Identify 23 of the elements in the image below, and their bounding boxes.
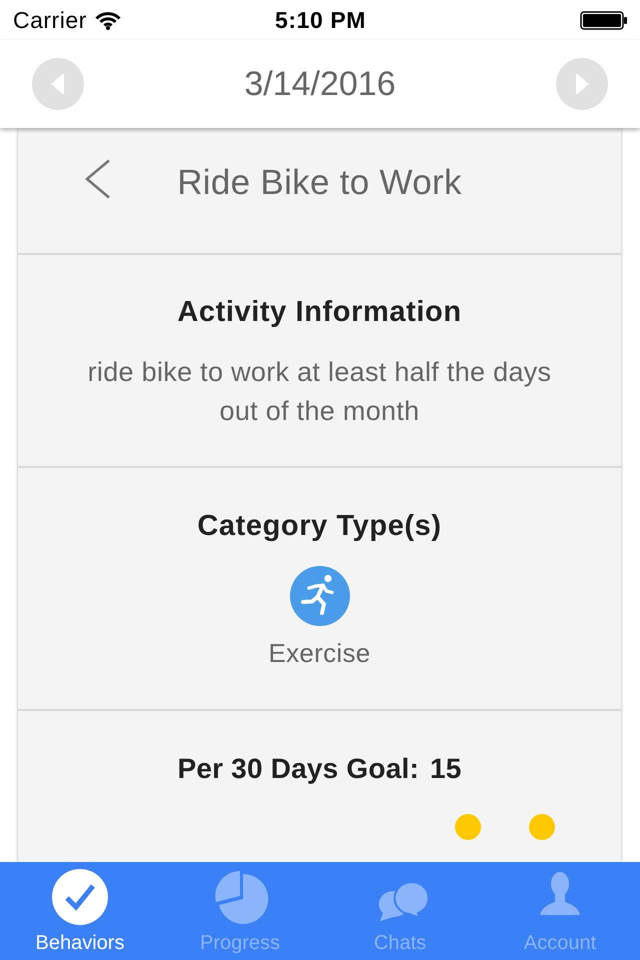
- activity-description: ride bike to work at least half the days out of the month: [86, 356, 552, 428]
- goal-value: 15: [430, 752, 462, 786]
- back-button[interactable]: [84, 159, 111, 199]
- previous-day-button[interactable]: [32, 58, 84, 110]
- tab[interactable]: Progress: [200, 862, 280, 955]
- runner-icon: [290, 566, 350, 626]
- wifi-icon: [94, 10, 121, 30]
- goal-label: Per 30 Days Goal:: [177, 752, 419, 786]
- tab[interactable]: Behaviors: [36, 862, 124, 955]
- left-triangle-icon: [51, 73, 65, 95]
- right-triangle-icon: [574, 73, 589, 95]
- tab[interactable]: Account: [524, 862, 596, 955]
- status-time: 5:10 PM: [274, 8, 366, 32]
- tab[interactable]: Chats: [370, 862, 430, 955]
- chevron-left-icon: [84, 159, 111, 199]
- battery-icon: [580, 10, 628, 30]
- carrier-name: Carrier: [13, 8, 87, 32]
- activity-title: Ride Bike to Work: [177, 162, 462, 204]
- section-heading: Category Type(s): [196, 509, 443, 544]
- section-heading: Activity Information: [176, 295, 463, 330]
- category-label: Exercise: [268, 638, 371, 669]
- checkmark-circle-icon: [50, 869, 110, 925]
- date-title: 3/14/2016: [244, 67, 396, 101]
